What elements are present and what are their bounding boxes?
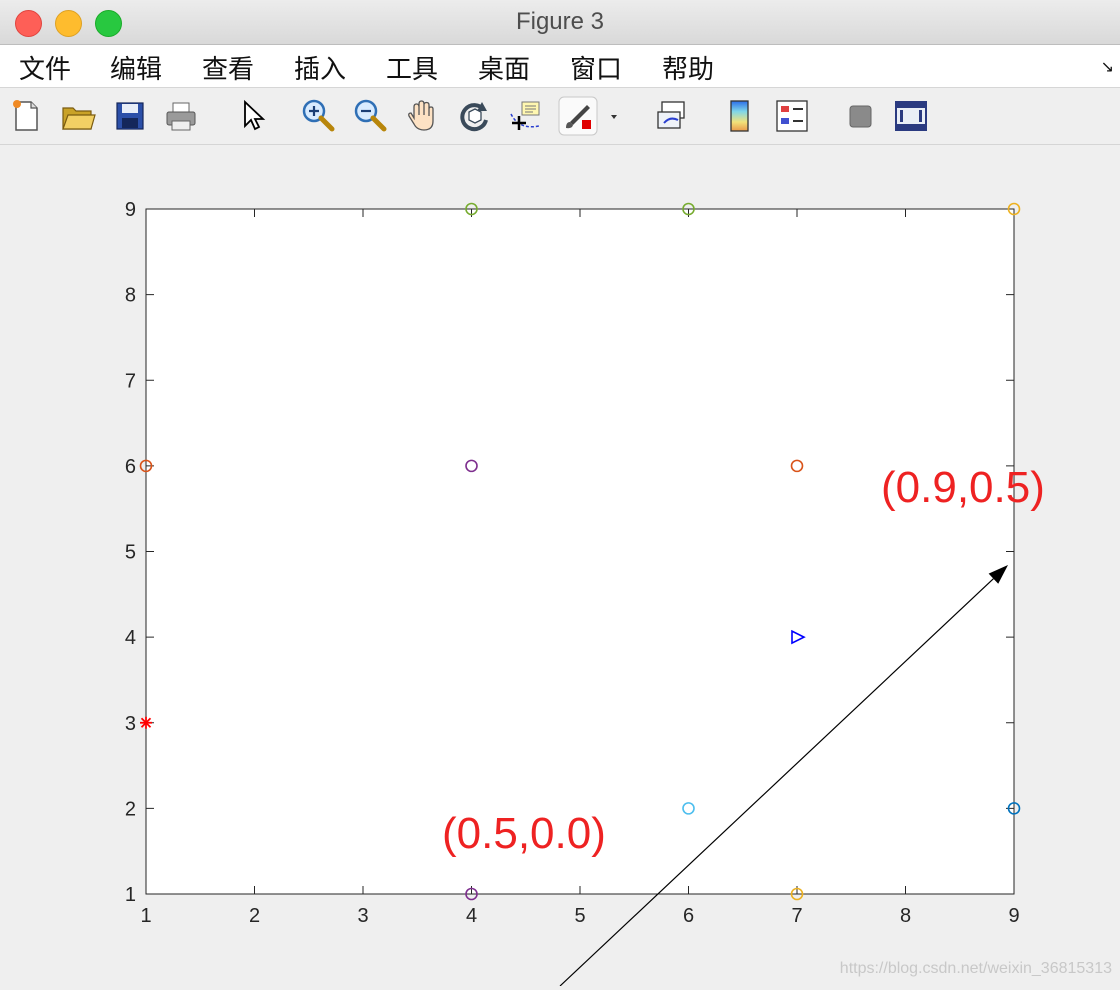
annotation-label-end: (0.9,0.5)	[881, 463, 1045, 512]
x-tick-label: 1	[140, 905, 151, 927]
x-tick-label: 7	[791, 905, 802, 927]
y-tick-label: 2	[125, 798, 136, 820]
y-tick-label: 7	[125, 370, 136, 392]
y-tick-label: 9	[125, 199, 136, 221]
x-tick-label: 8	[900, 905, 911, 927]
annotation-label-start: (0.5,0.0)	[442, 809, 606, 858]
scatter-chart[interactable]: 1 2 3 4 5 6 7 8 9 1 2 3 4 5 6 7 8 9 (0.5,0.0) (0.9,0.5)	[0, 0, 1120, 987]
data-point[interactable]	[140, 716, 152, 729]
x-tick-label: 2	[249, 905, 260, 927]
y-tick-label: 1	[125, 884, 136, 906]
x-tick-label: 5	[574, 905, 585, 927]
y-tick-label: 6	[125, 456, 136, 478]
y-tick-label: 5	[125, 542, 136, 564]
y-tick-label: 4	[125, 627, 136, 649]
watermark: https://blog.csdn.net/weixin_36815313	[839, 960, 1112, 977]
x-tick-label: 3	[357, 905, 368, 927]
axes-box	[145, 208, 1015, 895]
x-tick-label: 4	[466, 905, 477, 927]
x-tick-label: 9	[1008, 905, 1019, 927]
y-tick-label: 8	[125, 285, 136, 307]
x-tick-label: 6	[683, 905, 694, 927]
y-tick-label: 3	[125, 713, 136, 735]
plot-container: 1 2 3 4 5 6 7 8 9 1 2 3 4 5 6 7 8 9 (0.5,0.0) (0.9,0.5)	[0, 0, 1120, 987]
